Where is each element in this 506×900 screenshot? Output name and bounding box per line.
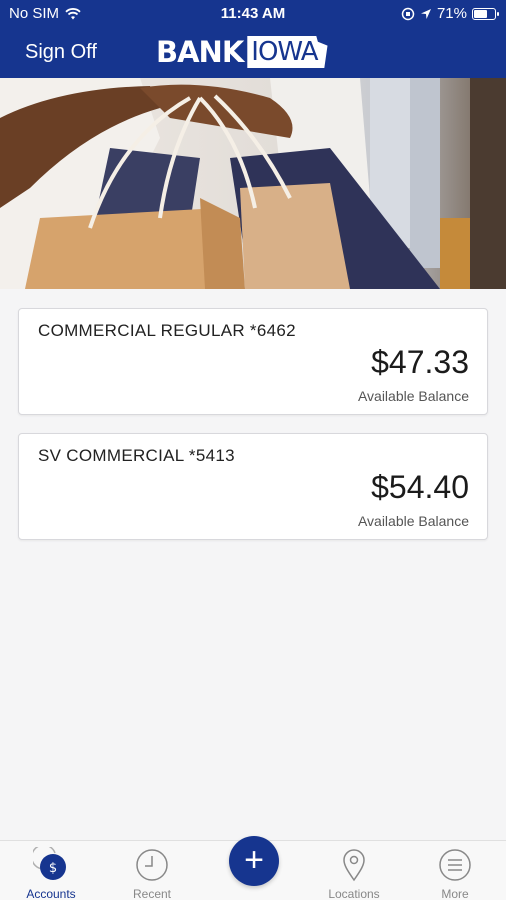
location-pin-icon bbox=[343, 849, 365, 882]
sign-off-button[interactable]: Sign Off bbox=[25, 41, 97, 64]
account-name: COMMERCIAL REGULAR *6462 bbox=[38, 321, 296, 340]
shopping-bags-image bbox=[0, 78, 506, 289]
bank-iowa-logo: BANK IOWA bbox=[156, 36, 328, 68]
tab-label: Locations bbox=[328, 887, 380, 900]
tab-label: More bbox=[441, 887, 469, 900]
tab-locations[interactable]: Locations bbox=[309, 847, 399, 900]
app-header: No SIM 11:43 AM 71% Sign Off BANK IOWA bbox=[0, 0, 506, 78]
menu-icon bbox=[439, 849, 471, 881]
balance-label: Available Balance bbox=[357, 513, 469, 529]
account-balance: $47.33 bbox=[371, 344, 469, 380]
svg-text:$: $ bbox=[49, 861, 57, 876]
dollar-icon: $ bbox=[33, 847, 66, 880]
plus-icon: + bbox=[244, 841, 264, 879]
tab-label: Recent bbox=[132, 887, 172, 900]
logo-bank-text: BANK bbox=[156, 35, 244, 69]
tab-recent[interactable]: Recent bbox=[107, 847, 197, 900]
status-right: 71% bbox=[401, 5, 499, 22]
status-bar: No SIM 11:43 AM 71% bbox=[0, 0, 506, 26]
tab-label: Accounts bbox=[26, 887, 76, 900]
orientation-lock-icon bbox=[401, 7, 415, 20]
account-card[interactable]: SV COMMERCIAL *5413 $54.40 Available Bal… bbox=[18, 433, 488, 540]
account-name: SV COMMERCIAL *5413 bbox=[38, 446, 235, 465]
add-button[interactable]: + bbox=[229, 836, 279, 886]
hero-image bbox=[0, 78, 506, 289]
clock-icon bbox=[136, 849, 168, 881]
location-arrow-icon bbox=[420, 8, 431, 19]
battery-icon bbox=[472, 7, 499, 20]
account-card[interactable]: COMMERCIAL REGULAR *6462 $47.33 Availabl… bbox=[18, 308, 488, 415]
battery-fill bbox=[474, 9, 487, 18]
account-balance: $54.40 bbox=[371, 469, 469, 505]
balance-label: Available Balance bbox=[357, 388, 469, 404]
tab-more[interactable]: More bbox=[410, 847, 500, 900]
battery-percent: 71% bbox=[436, 5, 467, 22]
tab-accounts[interactable]: $ Accounts bbox=[6, 847, 96, 900]
logo-iowa-text: IOWA bbox=[247, 36, 328, 68]
